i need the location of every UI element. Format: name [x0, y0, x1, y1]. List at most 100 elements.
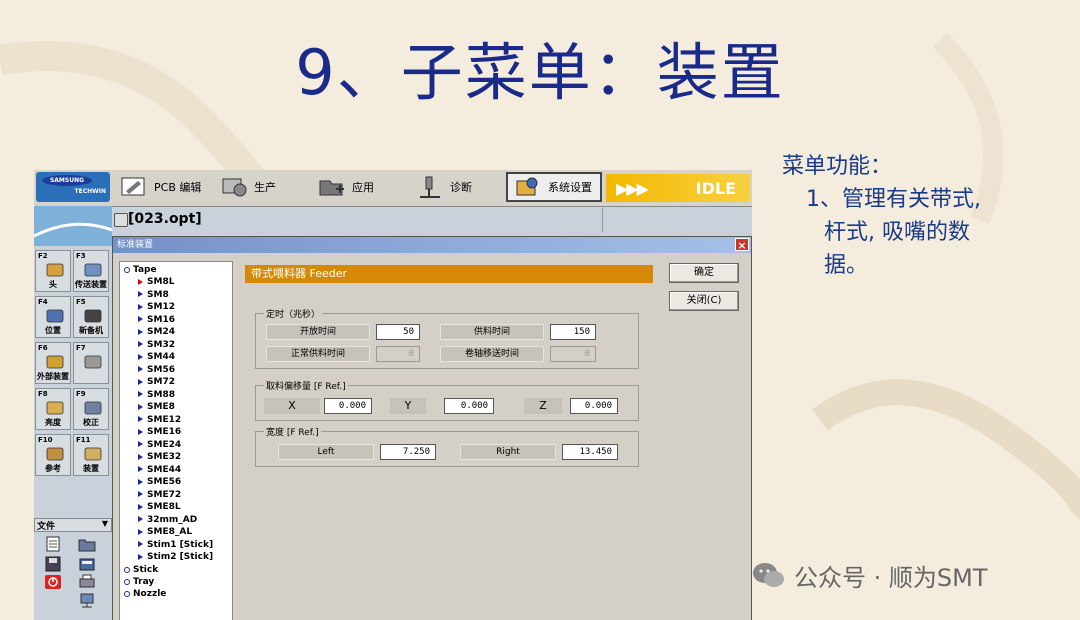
function-key-f4[interactable]: F4 位置: [35, 296, 71, 338]
tree-item-label: 32mm_AD: [147, 514, 198, 525]
tree-item-tape-child[interactable]: Stim1 [Stick]: [138, 539, 213, 551]
feed-time-label: 供料时间: [440, 324, 544, 340]
pcb-edit-button[interactable]: PCB 编辑: [114, 172, 210, 202]
tree-item-tape-child[interactable]: SME32: [138, 451, 181, 463]
tree-item-label: SME8L: [147, 502, 181, 512]
tree-item-tape-child[interactable]: SM12: [138, 301, 175, 313]
x-offset-field[interactable]: 0.000: [324, 398, 372, 414]
tree-arrow-icon: [138, 303, 143, 310]
tree-item-tape-child[interactable]: SME8_AL: [138, 526, 192, 538]
diagnosis-label: 诊断: [450, 181, 472, 194]
right-width-field[interactable]: 13.450: [562, 444, 618, 460]
tree-item-tape-child[interactable]: SME8L: [138, 501, 181, 513]
function-key-f6[interactable]: F6 外部装置: [35, 342, 71, 384]
tree-arrow-icon: [138, 416, 143, 422]
tree-item-tape-child[interactable]: SM32: [138, 339, 175, 351]
tree-arrow-icon: [138, 553, 143, 560]
tree-item-tape-child[interactable]: SME72: [138, 489, 181, 501]
app-window: SAMSUNG TECHWIN PCB 编辑 生产 应用 诊断 系统设置 ▶▶▶…: [34, 170, 752, 620]
ok-button[interactable]: 确定: [669, 263, 739, 283]
tree-item-tape-child[interactable]: Stim2 [Stick]: [138, 551, 213, 563]
tree-arrow-icon: [138, 391, 143, 397]
network-icon[interactable]: [78, 592, 96, 608]
tree-item-label: SM72: [147, 377, 175, 387]
tree-item-stick[interactable]: Stick: [124, 564, 158, 576]
function-key-f3[interactable]: F3 传送装置: [73, 250, 109, 292]
tree-item-tape-child[interactable]: SME16: [138, 426, 181, 438]
document-icon[interactable]: [44, 536, 62, 552]
close-button[interactable]: 关闭(C): [669, 291, 739, 311]
file-bar: [023.opt]: [112, 208, 752, 232]
tree-item-tape-child[interactable]: SM44: [138, 351, 175, 363]
tree-arrow-icon: [138, 528, 143, 535]
tree-item-label: SM16: [147, 314, 175, 325]
function-key-f9[interactable]: F9 校正: [73, 388, 109, 430]
tree-item-nozzle[interactable]: Nozzle: [124, 588, 166, 600]
file-bar-divider: [602, 208, 603, 232]
system-settings-button[interactable]: 系统设置: [506, 172, 602, 202]
function-key-f8[interactable]: F8 亮度: [35, 388, 71, 430]
function-key-f7[interactable]: F7: [73, 342, 109, 384]
file-menu[interactable]: 文件 ▼: [34, 518, 112, 532]
function-key-number: F6: [38, 344, 48, 352]
tree-item-label: SM56: [147, 364, 175, 375]
tree-item-tape-child[interactable]: SME56: [138, 476, 181, 488]
function-key-number: F11: [76, 436, 91, 444]
save-as-icon[interactable]: [78, 556, 96, 572]
tree-item-tape-child[interactable]: 32mm_AD: [138, 514, 197, 526]
diagnosis-icon: [420, 176, 440, 198]
function-key-number: F4: [38, 298, 48, 306]
function-key-icon: [46, 447, 64, 461]
y-offset-field[interactable]: 0.000: [444, 398, 494, 414]
feed-time-field[interactable]: 150: [550, 324, 596, 340]
tree-item-tape-child[interactable]: SME24: [138, 439, 181, 451]
tree-item-tape-child[interactable]: SM88: [138, 389, 175, 401]
pcb-edit-label: PCB 编辑: [154, 181, 202, 194]
z-offset-field[interactable]: 0.000: [570, 398, 618, 414]
normal-feed-time-label: 正常供料时间: [266, 346, 370, 362]
tree-item-tray[interactable]: Tray: [124, 576, 154, 588]
tree-arrow-icon: [138, 541, 143, 547]
chevron-down-icon: ▼: [101, 519, 108, 528]
print-icon[interactable]: [78, 574, 96, 590]
open-time-field[interactable]: 50: [376, 324, 420, 340]
panel-banner: [34, 206, 112, 246]
tree-item-tape-child[interactable]: SM8: [138, 289, 169, 301]
function-key-panel: F2 头 F3 传送装置 F4 位置 F5 新备机 F6 外部装置 F7 F8 亮度 F9 校正 F10 参考 F…: [34, 206, 112, 620]
function-key-label: 校正: [83, 418, 99, 427]
function-key-f2[interactable]: F2 头: [35, 250, 71, 292]
tree-item-tape-child[interactable]: SM56: [138, 364, 175, 376]
tree-item-label: SME24: [147, 439, 182, 450]
tree-item-label: SME72: [147, 489, 182, 500]
file-menu-label: 文件: [37, 522, 56, 532]
production-icon: [222, 178, 247, 197]
tree-item-tape-child[interactable]: SME44: [138, 464, 181, 476]
power-icon[interactable]: [44, 574, 62, 590]
diagnosis-button[interactable]: 诊断: [410, 172, 502, 202]
tree-item-tape-child[interactable]: SM72: [138, 376, 175, 388]
file-icon: [114, 213, 128, 227]
function-key-f5[interactable]: F5 新备机: [73, 296, 109, 338]
application-button[interactable]: 应用: [312, 172, 404, 202]
production-button[interactable]: 生产: [214, 172, 306, 202]
tree-item-tape-child[interactable]: SME12: [138, 414, 181, 426]
notes-item-1-line3: 据。: [824, 253, 869, 278]
tree-arrow-icon: [138, 353, 143, 360]
tree-item-tape[interactable]: Tape: [124, 264, 157, 276]
save-icon[interactable]: [44, 556, 62, 572]
tree-arrow-icon: [138, 491, 143, 497]
tree-item-label: SM24: [147, 327, 175, 337]
tree-item-tape-child[interactable]: SM8L: [138, 276, 174, 288]
close-icon[interactable]: ×: [735, 238, 749, 252]
left-width-field[interactable]: 7.250: [380, 444, 436, 460]
open-filename: [023.opt]: [128, 211, 202, 227]
x-offset-label: X: [264, 398, 320, 414]
function-key-f10[interactable]: F10 参考: [35, 434, 71, 476]
tree-item-tape-child[interactable]: SM24: [138, 326, 175, 338]
tree-item-tape-child[interactable]: SM16: [138, 314, 175, 326]
folder-open-icon[interactable]: [78, 536, 96, 552]
right-width-label: Right: [460, 444, 556, 460]
function-key-f11[interactable]: F11 装置: [73, 434, 109, 476]
tree-item-tape-child[interactable]: SME8: [138, 401, 175, 413]
reel-move-time-label: 卷轴移送时间: [440, 346, 544, 362]
